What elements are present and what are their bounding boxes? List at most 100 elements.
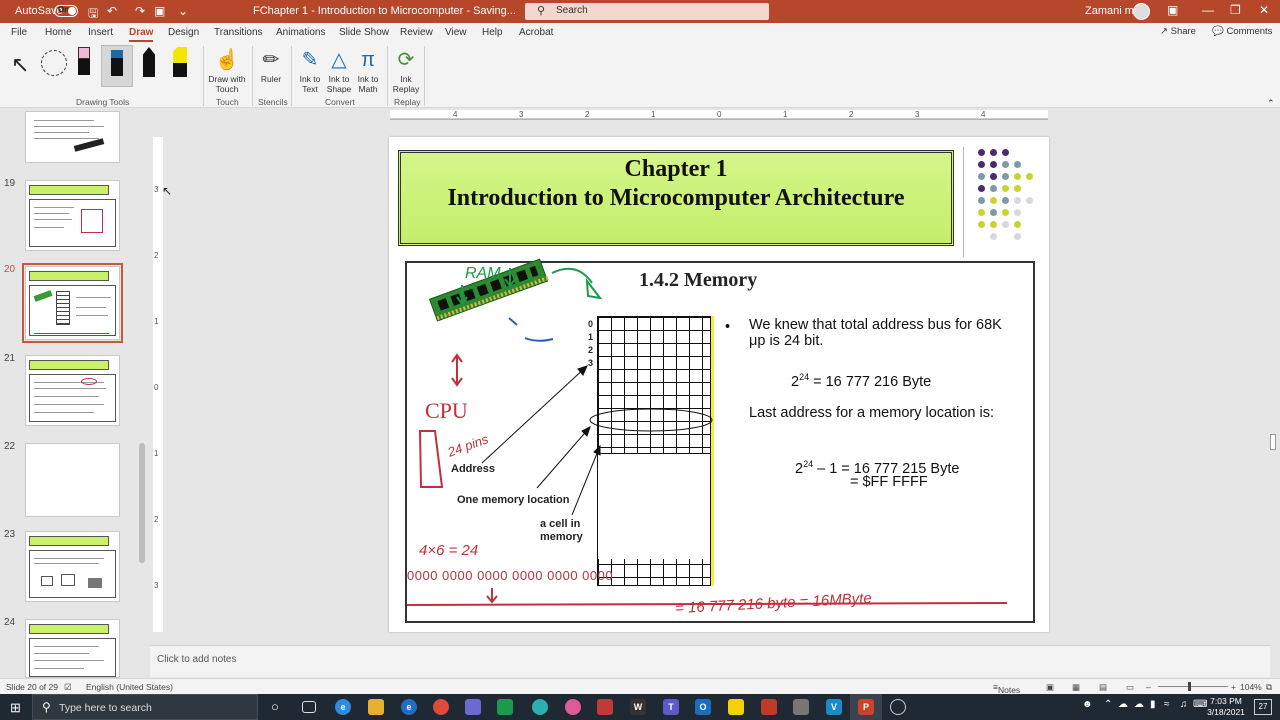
app-icon[interactable] — [890, 699, 906, 715]
zoom-level[interactable]: 104% — [1240, 682, 1262, 692]
restore-icon[interactable]: ❐ — [1230, 3, 1241, 17]
undo-icon[interactable]: ↶ — [107, 4, 117, 18]
zoom-in-icon[interactable]: + — [1231, 682, 1236, 692]
tab-file[interactable]: File — [11, 27, 27, 38]
customize-toolbar-icon[interactable]: ⌄ — [178, 4, 188, 18]
tab-insert[interactable]: Insert — [88, 27, 113, 38]
sticky-notes-icon[interactable] — [728, 699, 744, 715]
app-icon[interactable] — [793, 699, 809, 715]
cortana-icon[interactable]: ○ — [271, 699, 279, 714]
notes-toggle[interactable]: ≡ Notes — [993, 682, 1020, 695]
clock-time[interactable]: 7:03 PM — [1206, 696, 1246, 706]
slide-scrollbar[interactable] — [1268, 108, 1278, 645]
wifi-icon[interactable]: ≈ — [1164, 699, 1170, 710]
battery-icon[interactable]: ▮ — [1150, 699, 1156, 710]
notes-pane[interactable]: Click to add notes — [150, 645, 1270, 677]
powerpoint-active[interactable]: P — [850, 694, 882, 720]
autosave-toggle[interactable]: On — [54, 5, 78, 17]
reading-view-icon[interactable]: ▤ — [1099, 682, 1107, 693]
tab-draw[interactable]: Draw — [129, 27, 154, 42]
chrome-icon[interactable] — [433, 699, 449, 715]
tab-help[interactable]: Help — [482, 27, 503, 38]
close-icon[interactable]: ✕ — [1259, 3, 1269, 17]
app-icon[interactable] — [532, 699, 548, 715]
highlighter-yellow-icon[interactable] — [173, 47, 187, 77]
ruler-tick: 3 — [519, 110, 524, 119]
ink-replay-button[interactable]: ⟳ Ink Replay — [392, 46, 420, 94]
fit-slide-icon[interactable]: ⧉ — [1266, 682, 1272, 693]
ink-to-text-button[interactable]: ✎ Ink to Text — [296, 46, 324, 94]
ribbon-display-icon[interactable]: ▣ — [1167, 3, 1178, 17]
app-icon[interactable] — [465, 699, 481, 715]
tab-transitions[interactable]: Transitions — [214, 27, 263, 38]
present-icon[interactable]: ▣ — [154, 4, 165, 18]
search-box[interactable]: ⚲ Search — [525, 3, 769, 20]
thumbnail-slide-19[interactable] — [25, 180, 120, 251]
people-icon[interactable]: ☻ — [1082, 699, 1093, 710]
ink-to-math-button[interactable]: π Ink to Math — [353, 46, 383, 94]
slide-canvas[interactable]: Chapter 1 Introduction to Microcomputer … — [389, 137, 1049, 632]
vruler-tick: 2 — [154, 251, 159, 260]
teams-icon[interactable]: T — [663, 699, 679, 715]
clock-date[interactable]: 3/18/2021 — [1204, 707, 1248, 717]
ink-to-shape-button[interactable]: △ Ink to Shape — [325, 46, 353, 94]
share-button[interactable]: ↗ Share — [1160, 26, 1196, 40]
thumbnail-slide-20[interactable] — [22, 263, 123, 343]
ink-replay-icon: ⟳ — [397, 49, 415, 71]
edge-icon[interactable]: e — [335, 699, 351, 715]
cloud-icon[interactable]: ☁ — [1134, 699, 1144, 710]
slide-title-box[interactable]: Chapter 1 Introduction to Microcomputer … — [398, 150, 954, 246]
tab-slide-show[interactable]: Slide Show — [339, 27, 389, 38]
thumb-number: 21 — [4, 353, 16, 364]
user-name[interactable]: Zamani ms — [1085, 5, 1139, 17]
save-icon[interactable]: 🖫 — [88, 4, 98, 25]
tab-animations[interactable]: Animations — [276, 27, 325, 38]
slideshow-view-icon[interactable]: ▭ — [1126, 682, 1134, 693]
language[interactable]: English (United States) — [86, 682, 173, 692]
taskbar-search[interactable]: ⚲ Type here to search — [32, 694, 258, 720]
tray-expand-icon[interactable]: ⌃ — [1104, 699, 1112, 710]
app-icon[interactable] — [497, 699, 513, 715]
tab-design[interactable]: Design — [168, 27, 199, 38]
ie-icon[interactable]: e — [401, 699, 417, 715]
zoom-out-icon[interactable]: – — [1146, 682, 1151, 692]
thumbnail-slide-23[interactable] — [25, 531, 120, 602]
spellcheck-icon[interactable]: ☑ — [64, 682, 72, 693]
thumbnail-scrollbar[interactable] — [137, 108, 147, 678]
app-icon[interactable]: W — [630, 699, 646, 715]
thumbnail-slide-22[interactable] — [25, 443, 120, 517]
app-icon[interactable] — [597, 699, 613, 715]
zoom-slider[interactable] — [1158, 682, 1228, 691]
outlook-icon[interactable]: O — [695, 699, 711, 715]
draw-with-touch-button[interactable]: ☝ Draw with Touch — [206, 46, 248, 94]
slide-sorter-icon[interactable]: ▦ — [1072, 682, 1080, 693]
pen-selected[interactable] — [101, 45, 133, 87]
content-box[interactable]: 1.4.2 Memory 0 1 2 3 Address One memory … — [405, 258, 1035, 623]
tab-review[interactable]: Review — [400, 27, 433, 38]
lasso-icon[interactable] — [41, 50, 67, 76]
thumbnail-slide-24[interactable] — [25, 619, 120, 678]
volume-icon[interactable]: ♫ — [1180, 699, 1188, 710]
thumbnail-slide-21[interactable] — [25, 355, 120, 426]
avatar[interactable] — [1133, 3, 1150, 20]
eraser-icon[interactable] — [78, 47, 92, 77]
onedrive-icon[interactable]: ☁ — [1118, 699, 1128, 710]
app-icon[interactable] — [761, 699, 777, 715]
app-icon[interactable] — [565, 699, 581, 715]
task-view-icon[interactable] — [302, 701, 316, 713]
normal-view-icon[interactable]: ▣ — [1046, 682, 1054, 693]
redo-icon[interactable]: ↷ — [135, 4, 145, 18]
tab-view[interactable]: View — [445, 27, 467, 38]
tab-home[interactable]: Home — [45, 27, 72, 38]
minimize-icon[interactable]: — — [1202, 3, 1214, 17]
ruler-button[interactable]: ✏ Ruler — [256, 46, 286, 84]
comments-button[interactable]: 💬 Comments — [1212, 26, 1272, 40]
thumbnail-slide-18[interactable] — [25, 111, 120, 163]
select-arrow-icon[interactable]: ↖ — [11, 52, 29, 78]
pen-black-icon[interactable] — [143, 47, 157, 77]
tab-acrobat[interactable]: Acrobat — [519, 27, 553, 38]
windows-start-icon[interactable]: ⊞ — [10, 700, 21, 716]
app-icon[interactable]: V — [826, 699, 842, 715]
file-explorer-icon[interactable] — [368, 699, 384, 715]
notification-count[interactable]: 27 — [1254, 699, 1272, 715]
